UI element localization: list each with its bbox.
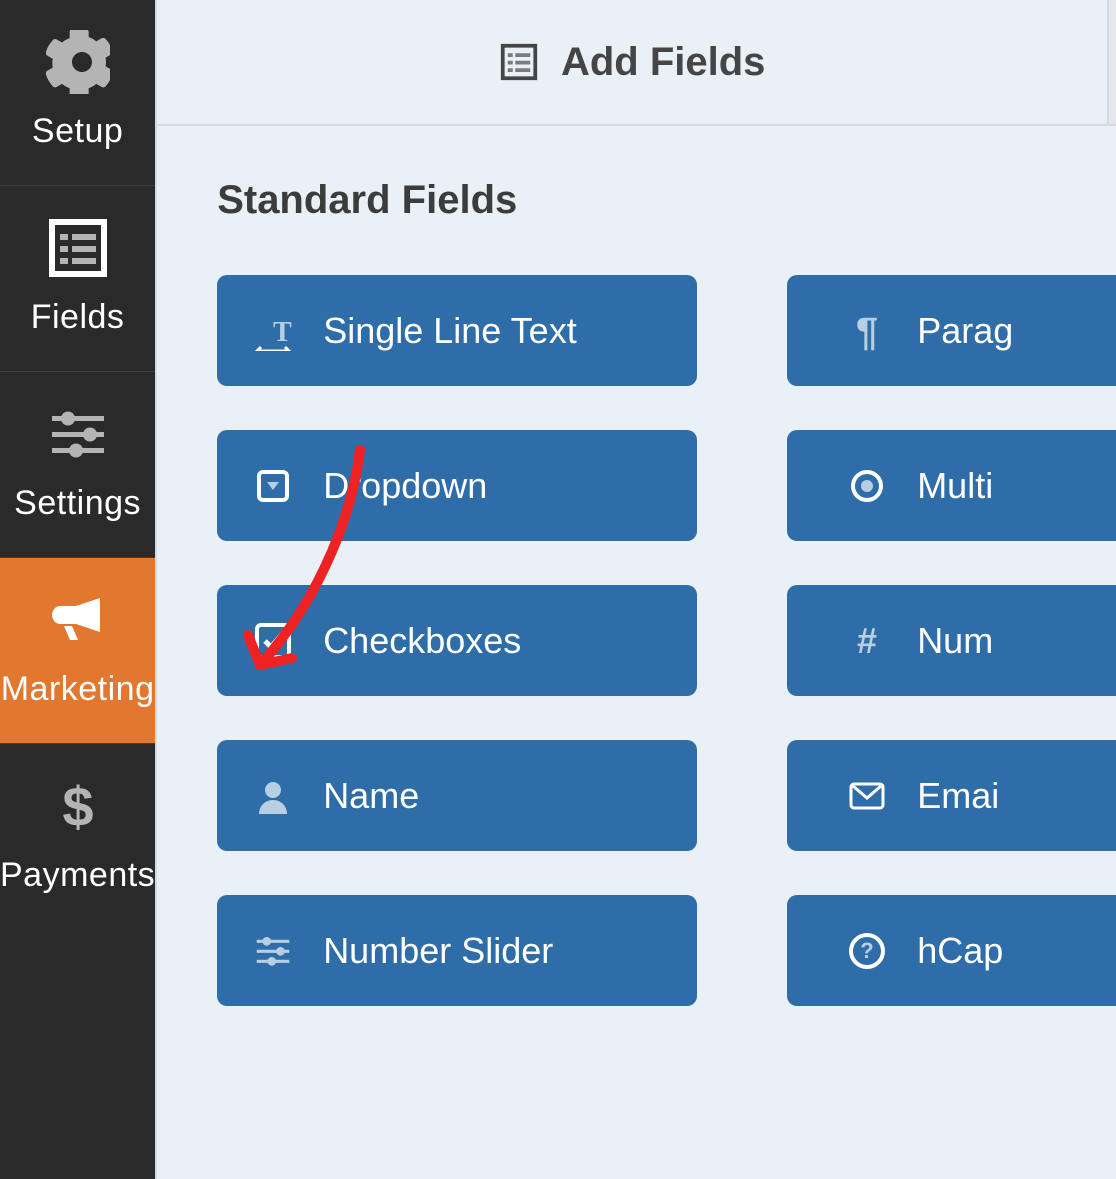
field-hcaptcha[interactable]: hCap <box>787 895 1116 1006</box>
tabs: Add Fields Fi <box>157 0 1116 126</box>
field-checkboxes[interactable]: Checkboxes <box>217 585 697 696</box>
sidebar: Setup Fields Settings Marketing Payments <box>0 0 155 1179</box>
sliders-icon <box>46 402 110 466</box>
sidebar-item-label: Setup <box>32 112 123 151</box>
hash-icon <box>847 621 887 661</box>
user-icon <box>253 776 293 816</box>
sidebar-item-label: Marketing <box>1 670 155 709</box>
field-label: Multi <box>917 465 993 507</box>
field-multiple-choice[interactable]: Multi <box>787 430 1116 541</box>
content: Standard Fields Single Line Text Parag D… <box>157 126 1116 1058</box>
paragraph-icon <box>847 311 887 351</box>
tab-add-fields[interactable]: Add Fields <box>157 0 1107 126</box>
field-name[interactable]: Name <box>217 740 697 851</box>
field-number-slider[interactable]: Number Slider <box>217 895 697 1006</box>
field-grid: Single Line Text Parag Dropdown Multi Ch… <box>217 275 1116 1006</box>
field-label: Emai <box>917 775 999 817</box>
sidebar-item-label: Settings <box>14 484 141 523</box>
tab-label: Add Fields <box>561 40 765 85</box>
sidebar-item-payments[interactable]: Payments <box>0 744 155 929</box>
field-label: Number Slider <box>323 930 553 972</box>
sidebar-item-marketing[interactable]: Marketing <box>0 558 155 744</box>
sidebar-item-setup[interactable]: Setup <box>0 0 155 186</box>
field-numbers[interactable]: Num <box>787 585 1116 696</box>
field-dropdown[interactable]: Dropdown <box>217 430 697 541</box>
field-label: Parag <box>917 310 1013 352</box>
text-width-icon <box>253 311 293 351</box>
list-box-icon <box>46 216 110 280</box>
sidebar-item-fields[interactable]: Fields <box>0 186 155 372</box>
megaphone-icon <box>46 588 110 652</box>
field-email[interactable]: Emai <box>787 740 1116 851</box>
field-label: Name <box>323 775 419 817</box>
tab-field-options[interactable]: Fi <box>1107 0 1116 126</box>
sliders-icon <box>253 931 293 971</box>
dollar-icon <box>46 774 110 838</box>
radio-dot-icon <box>847 466 887 506</box>
gear-icon <box>46 30 110 94</box>
sidebar-item-label: Fields <box>31 298 125 337</box>
field-single-line-text[interactable]: Single Line Text <box>217 275 697 386</box>
question-circle-icon <box>847 931 887 971</box>
list-box-icon <box>499 42 539 82</box>
field-paragraph[interactable]: Parag <box>787 275 1116 386</box>
sidebar-item-settings[interactable]: Settings <box>0 372 155 558</box>
check-square-icon <box>253 621 293 661</box>
field-label: Dropdown <box>323 465 487 507</box>
field-label: hCap <box>917 930 1003 972</box>
sidebar-item-label: Payments <box>0 856 155 895</box>
main-panel: Add Fields Fi Standard Fields Single Lin… <box>155 0 1116 1179</box>
field-label: Num <box>917 620 993 662</box>
section-title: Standard Fields <box>217 178 1116 223</box>
field-label: Single Line Text <box>323 310 577 352</box>
caret-square-icon <box>253 466 293 506</box>
envelope-icon <box>847 776 887 816</box>
field-label: Checkboxes <box>323 620 521 662</box>
